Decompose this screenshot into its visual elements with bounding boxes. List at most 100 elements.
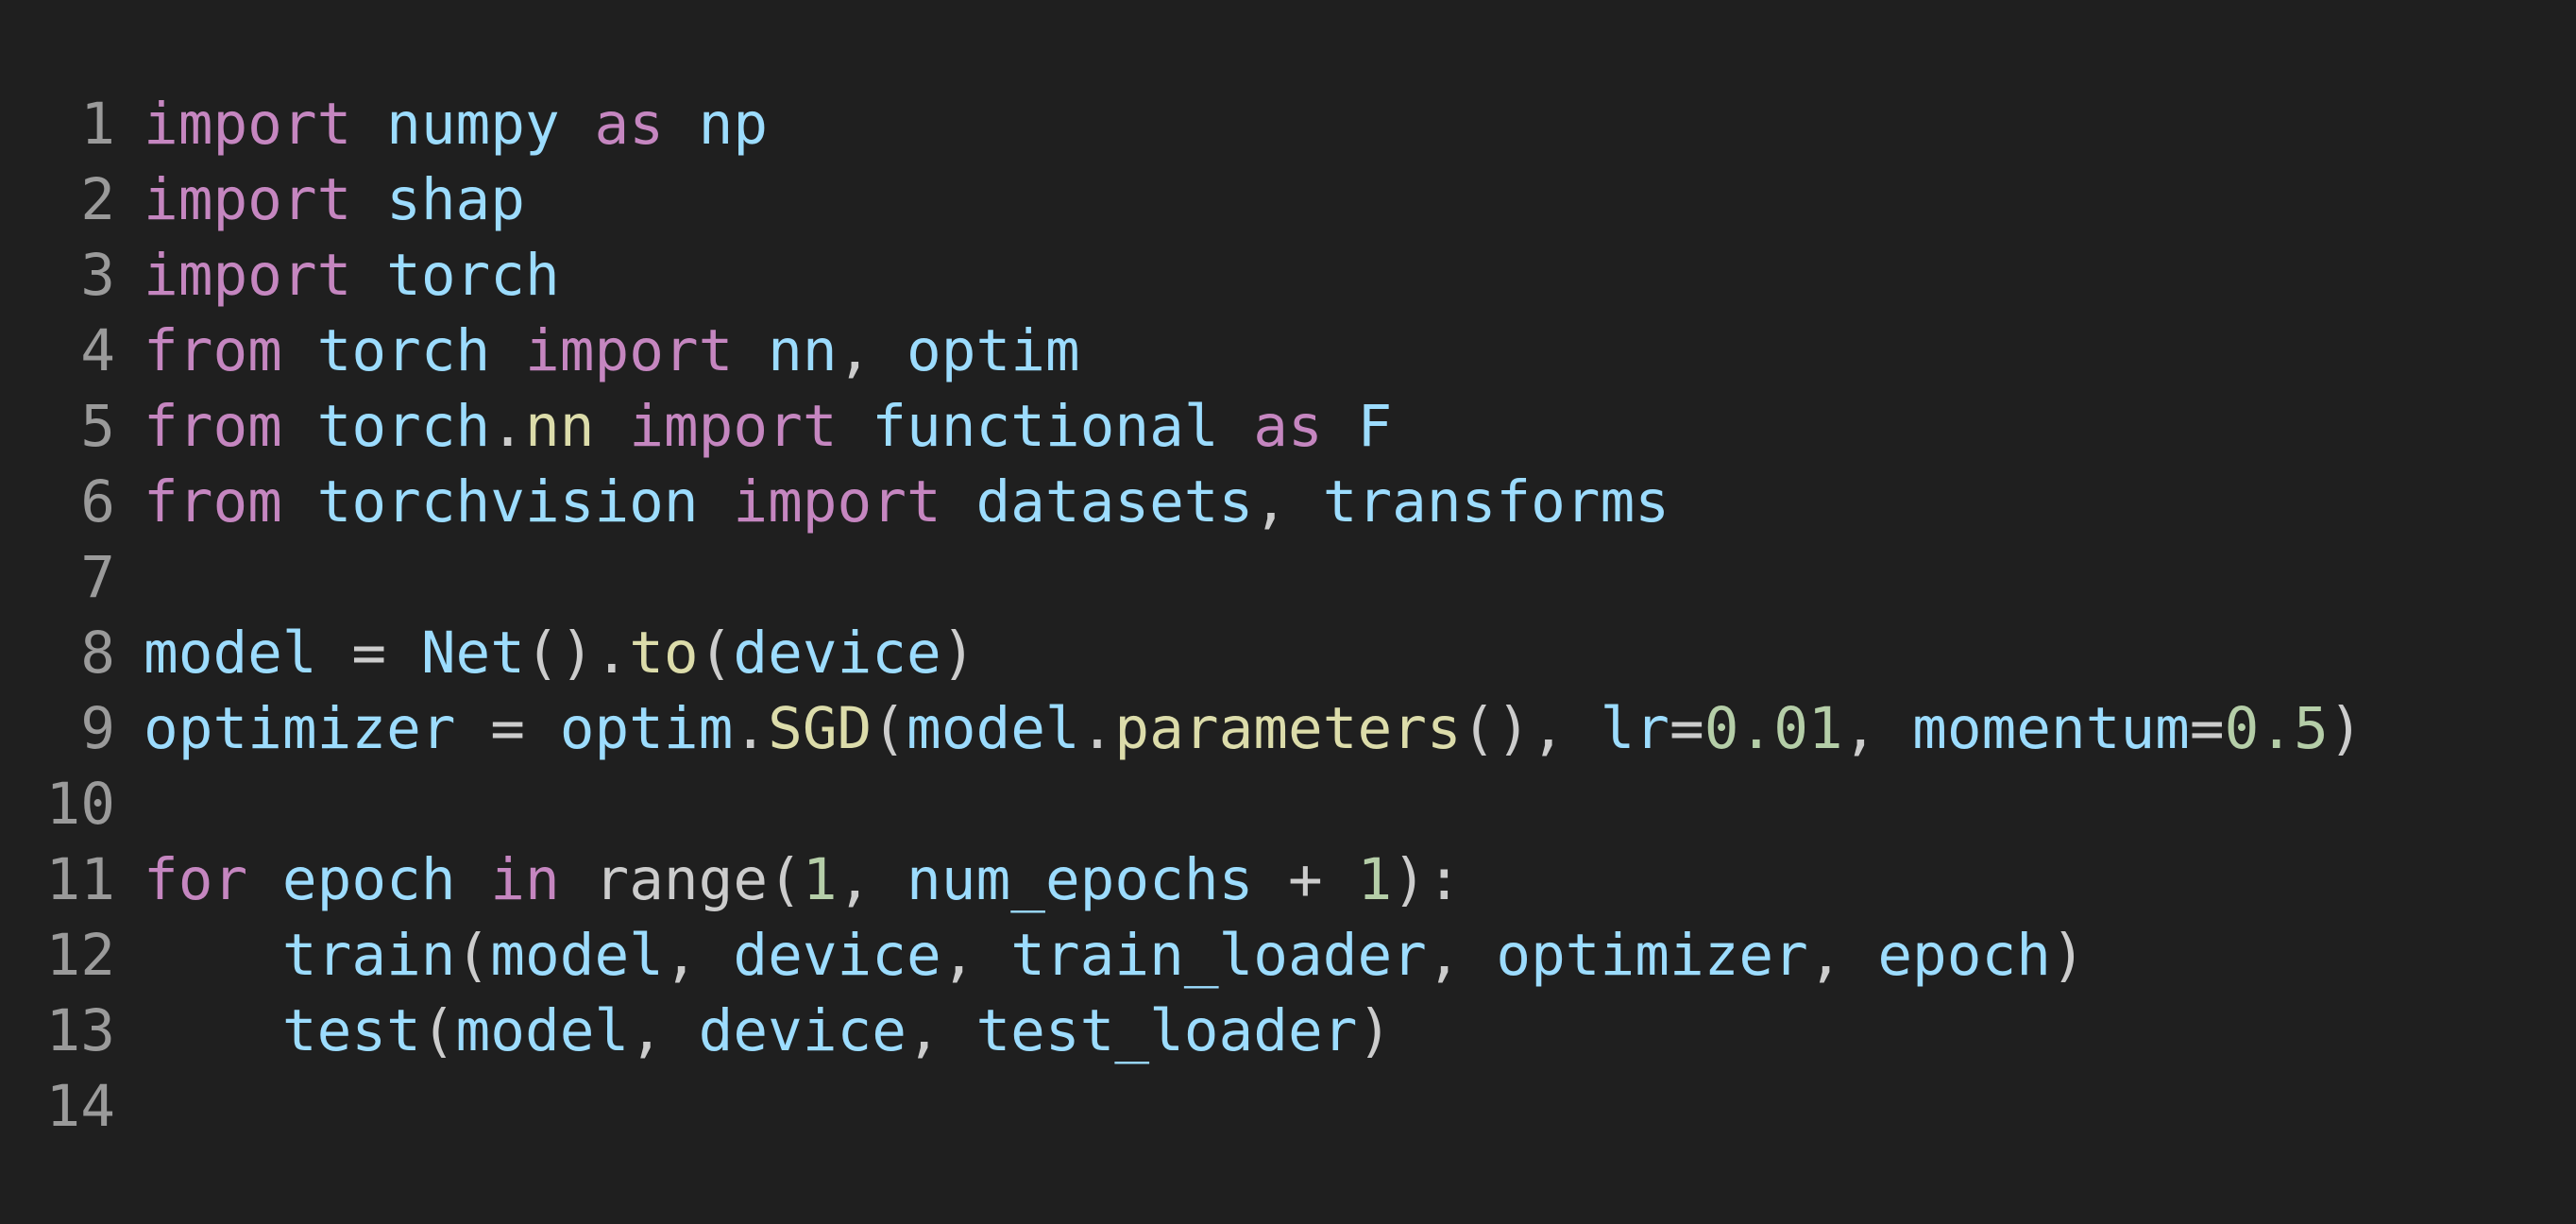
code-token: optim: [907, 317, 1080, 384]
code-token: import: [144, 91, 352, 158]
code-token: as: [594, 91, 664, 158]
line-content[interactable]: for epoch in range(1, num_epochs + 1):: [144, 842, 1462, 918]
code-editor[interactable]: 1 import numpy as np 2 import shap 3 import t…: [0, 0, 2576, 1224]
code-token: momentum: [1912, 695, 2190, 762]
code-token: optim: [559, 695, 734, 762]
code-token: functional: [872, 393, 1219, 460]
code-token: train: [281, 922, 456, 989]
code-token: .: [733, 695, 769, 762]
line-number: 1: [80, 91, 115, 158]
code-token: import: [144, 242, 352, 309]
code-token: 1: [1357, 846, 1393, 913]
code-token: as: [1253, 393, 1323, 460]
code-line[interactable]: 7: [0, 540, 2576, 616]
code-token: ,: [837, 317, 907, 384]
code-token: torchvision: [316, 468, 699, 536]
line-content[interactable]: optimizer = optim.SGD(model.parameters()…: [144, 691, 2364, 767]
line-content[interactable]: import torch: [144, 238, 560, 314]
line-number: 2: [80, 166, 115, 233]
code-token: ,: [941, 922, 1011, 989]
code-token: ,: [1426, 922, 1497, 989]
code-token: epoch: [281, 846, 456, 913]
line-number: 8: [80, 620, 115, 687]
code-token: test: [281, 997, 421, 1064]
code-line[interactable]: 2 import shap: [0, 162, 2576, 238]
code-token: import: [733, 468, 941, 536]
line-content[interactable]: from torch.nn import functional as F: [144, 389, 1392, 465]
line-number: 7: [80, 544, 115, 611]
code-token: test_loader: [975, 997, 1358, 1064]
code-token: 1: [802, 846, 838, 913]
code-token: (: [698, 620, 734, 687]
line-content[interactable]: import shap: [144, 162, 525, 238]
code-line[interactable]: 12 train(model, device, train_loader, op…: [0, 918, 2576, 994]
line-content[interactable]: train(model, device, train_loader, optim…: [144, 918, 2086, 994]
line-content[interactable]: from torchvision import datasets, transf…: [144, 465, 1669, 540]
code-token: model: [907, 695, 1080, 762]
code-token: to: [629, 620, 699, 687]
code-line[interactable]: 8 model = Net().to(device): [0, 616, 2576, 691]
line-content[interactable]: model = Net().to(device): [144, 616, 975, 691]
code-token: (: [872, 695, 907, 762]
line-number: 6: [80, 468, 115, 536]
code-line[interactable]: 3 import torch: [0, 238, 2576, 314]
code-token: ,: [663, 922, 734, 989]
code-token: shap: [386, 166, 525, 233]
code-token: ): [1357, 997, 1393, 1064]
line-content[interactable]: test(model, device, test_loader): [144, 994, 1392, 1069]
code-token: import: [525, 317, 734, 384]
code-token: model: [490, 922, 664, 989]
code-token: from: [144, 393, 282, 460]
code-token: from: [144, 317, 282, 384]
code-token: +: [1253, 846, 1358, 913]
code-line[interactable]: 14: [0, 1069, 2576, 1145]
code-line[interactable]: 1 import numpy as np: [0, 87, 2576, 162]
code-token: epoch: [1877, 922, 2051, 989]
code-line[interactable]: 9 optimizer = optim.SGD(model.parameters(…: [0, 691, 2576, 767]
code-token: ,: [837, 846, 907, 913]
code-token: 0.01: [1703, 695, 1843, 762]
line-number: 9: [80, 695, 115, 762]
code-token: ().: [525, 620, 630, 687]
code-token: transforms: [1322, 468, 1669, 536]
code-line[interactable]: 1 1 for epoch in range(1, num_epochs + 1):: [0, 842, 2576, 918]
code-token: device: [698, 997, 907, 1064]
code-token: model: [455, 997, 630, 1064]
code-token: train_loader: [1010, 922, 1427, 989]
code-token: range: [594, 846, 769, 913]
code-token: ):: [1392, 846, 1462, 913]
code-area[interactable]: 1 import numpy as np 2 import shap 3 import t…: [0, 87, 2576, 1145]
code-token: nn: [525, 393, 595, 460]
line-number: 4: [80, 317, 115, 384]
code-token: import: [144, 166, 352, 233]
code-token: device: [733, 620, 941, 687]
code-token: =: [1669, 695, 1704, 762]
code-line[interactable]: 4 from torch import nn, optim: [0, 314, 2576, 389]
code-line[interactable]: 13 test(model, device, test_loader): [0, 994, 2576, 1069]
code-token: ,: [629, 997, 699, 1064]
code-token: torch: [386, 242, 560, 309]
code-token: ): [2328, 695, 2364, 762]
code-token: numpy: [386, 91, 560, 158]
line-number: 5: [80, 393, 115, 460]
code-line[interactable]: 5 from torch.nn import functional as F: [0, 389, 2576, 465]
code-token: 0.5: [2224, 695, 2329, 762]
line-content[interactable]: from torch import nn, optim: [144, 314, 1080, 389]
code-token: ,: [1253, 468, 1323, 536]
line-content[interactable]: import numpy as np: [144, 87, 768, 162]
code-token: .: [490, 393, 526, 460]
code-token: (: [455, 922, 491, 989]
code-line[interactable]: 10: [0, 767, 2576, 842]
code-line[interactable]: 6 from torchvision import datasets, trans…: [0, 465, 2576, 540]
code-token: =: [316, 620, 421, 687]
